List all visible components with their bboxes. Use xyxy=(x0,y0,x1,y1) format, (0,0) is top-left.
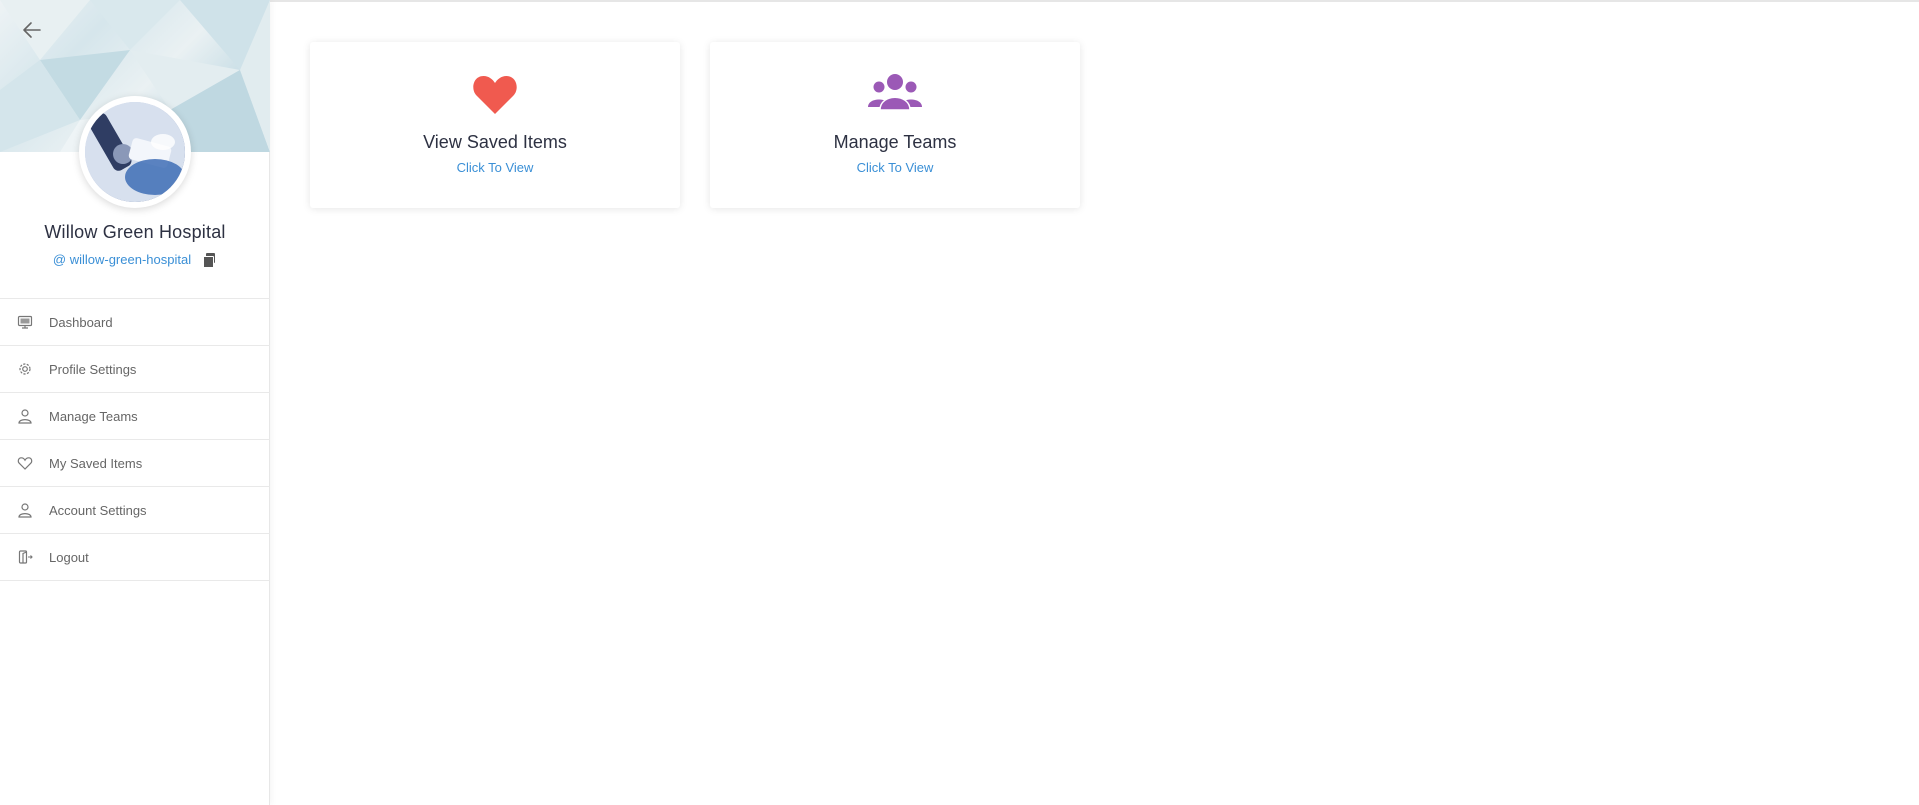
organization-name: Willow Green Hospital xyxy=(44,222,226,242)
heart-icon xyxy=(473,76,517,114)
logout-icon xyxy=(16,548,34,566)
sidebar: Willow Green Hospital @ willow-green-hos… xyxy=(0,0,270,805)
heart-outline-icon xyxy=(16,454,34,472)
sidebar-item-label: Dashboard xyxy=(49,314,113,330)
users-icon xyxy=(868,74,922,111)
card-title: View Saved Items xyxy=(423,132,567,152)
user-icon xyxy=(16,501,34,519)
card-link[interactable]: Click To View xyxy=(710,160,1080,175)
manage-teams-card[interactable]: Manage Teams Click To View xyxy=(710,42,1080,208)
arrow-left-icon xyxy=(23,22,41,38)
sidebar-menu: Dashboard Profile Settings Manage Teams … xyxy=(0,298,270,581)
sidebar-item-dashboard[interactable]: Dashboard xyxy=(0,299,270,346)
top-border xyxy=(0,0,1919,2)
user-icon xyxy=(16,407,34,425)
sidebar-item-profile-settings[interactable]: Profile Settings xyxy=(0,346,270,393)
sidebar-item-logout[interactable]: Logout xyxy=(0,534,270,581)
sidebar-item-label: Account Settings xyxy=(49,502,147,518)
view-saved-items-card[interactable]: View Saved Items Click To View xyxy=(310,42,680,208)
sidebar-item-account-settings[interactable]: Account Settings xyxy=(0,487,270,534)
copy-icon[interactable] xyxy=(203,252,217,268)
card-title: Manage Teams xyxy=(833,132,957,152)
sidebar-item-label: My Saved Items xyxy=(49,455,143,471)
sidebar-item-manage-teams[interactable]: Manage Teams xyxy=(0,393,270,440)
sidebar-item-my-saved-items[interactable]: My Saved Items xyxy=(0,440,270,487)
handle-row: @ willow-green-hospital xyxy=(0,252,270,268)
sidebar-item-label: Profile Settings xyxy=(49,361,137,377)
sidebar-item-label: Manage Teams xyxy=(49,408,138,424)
gear-icon xyxy=(16,360,34,378)
sidebar-item-label: Logout xyxy=(49,549,89,565)
organization-handle[interactable]: @ willow-green-hospital xyxy=(53,252,191,267)
monitor-icon xyxy=(16,313,34,331)
avatar xyxy=(79,96,191,208)
card-link[interactable]: Click To View xyxy=(310,160,680,175)
back-button[interactable] xyxy=(20,18,50,42)
